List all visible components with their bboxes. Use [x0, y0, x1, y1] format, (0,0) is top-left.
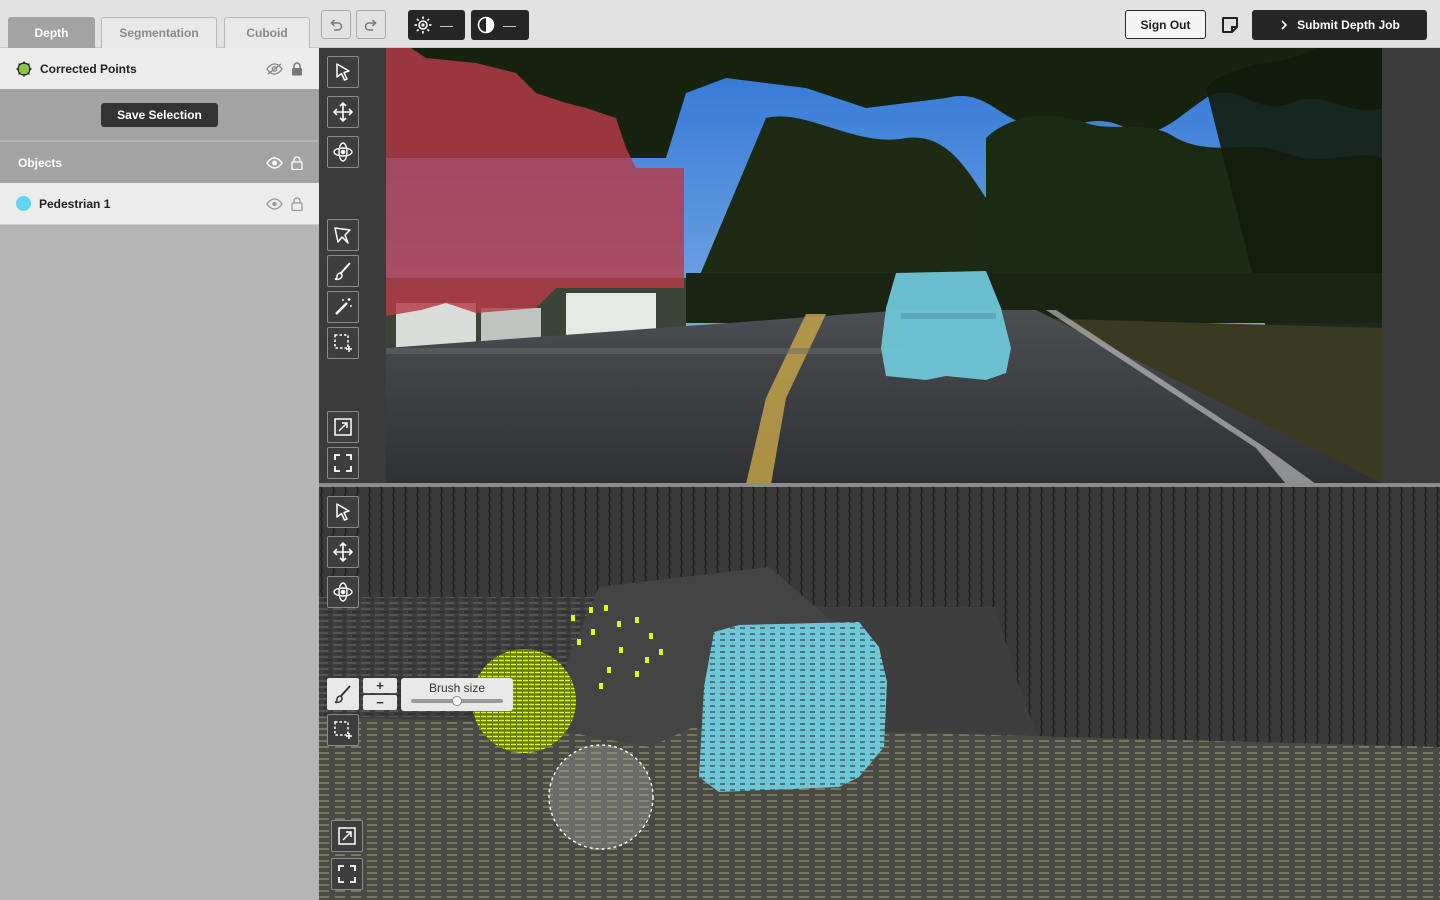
- brush-tool-3d[interactable]: [327, 678, 359, 710]
- pan-tool-3d[interactable]: [327, 536, 359, 568]
- sidebar: Corrected Points Save Selection Objects …: [0, 48, 319, 900]
- camera-image: [386, 48, 1383, 484]
- eye-icon[interactable]: [266, 197, 283, 210]
- layer-label: Corrected Points: [40, 61, 137, 76]
- magic-wand-icon: [335, 298, 352, 315]
- contrast-control[interactable]: —: [471, 10, 529, 40]
- unlock-icon[interactable]: [291, 196, 303, 211]
- move-arrows-icon: [333, 542, 353, 562]
- brush-cursor: [548, 744, 654, 850]
- fit-to-screen-icon: [338, 827, 356, 845]
- redo-button[interactable]: [356, 10, 386, 39]
- orbit-tool[interactable]: [327, 136, 359, 168]
- brush-size-panel: Brush size: [401, 678, 513, 711]
- select-tool[interactable]: [327, 56, 359, 88]
- lasso-tool[interactable]: [327, 219, 359, 251]
- lock-icon[interactable]: [291, 61, 303, 76]
- fit-view-button-3d[interactable]: [331, 820, 363, 852]
- undo-icon: [330, 18, 343, 31]
- sign-out-button[interactable]: Sign Out: [1125, 10, 1206, 39]
- tab-depth[interactable]: Depth: [8, 17, 95, 48]
- fit-to-screen-icon: [334, 418, 352, 436]
- brush-size-label: Brush size: [428, 681, 486, 695]
- brightness-value: —: [440, 17, 453, 33]
- gear-badge-icon: [16, 61, 32, 76]
- fullscreen-button[interactable]: [327, 447, 359, 479]
- unlock-icon[interactable]: [291, 155, 303, 170]
- object-row-pedestrian-1[interactable]: Pedestrian 1: [0, 183, 319, 224]
- brightness-icon: [414, 16, 432, 34]
- submit-label: Submit Depth Job: [1297, 18, 1400, 32]
- brush-size-slider-thumb[interactable]: [452, 696, 462, 706]
- fullscreen-icon: [334, 454, 352, 472]
- undo-button[interactable]: [321, 10, 351, 39]
- pan-tool[interactable]: [327, 96, 359, 128]
- fit-view-button[interactable]: [327, 411, 359, 443]
- box-select-tool-3d[interactable]: [327, 714, 359, 746]
- brush-tool[interactable]: [327, 255, 359, 287]
- vehicle-mask: [881, 271, 1011, 380]
- top-right-gutter: [1382, 48, 1440, 484]
- fullscreen-icon: [338, 865, 356, 883]
- tab-segmentation[interactable]: Segmentation: [101, 17, 217, 48]
- orbit-icon: [333, 142, 353, 162]
- fullscreen-button-3d[interactable]: [331, 858, 363, 890]
- redo-icon: [364, 18, 377, 31]
- save-selection-button[interactable]: Save Selection: [101, 103, 218, 127]
- chevron-right-icon: [1281, 20, 1288, 30]
- box-select-icon: [334, 721, 352, 739]
- brightness-control[interactable]: —: [408, 10, 465, 40]
- vehicle-point-cluster: [699, 622, 887, 792]
- paintbrush-icon: [334, 685, 351, 704]
- top-toolbar: Depth Segmentation Cuboid — — Sign Out S…: [0, 0, 1440, 48]
- magic-brush-tool[interactable]: [327, 291, 359, 323]
- eye-off-icon[interactable]: [266, 62, 283, 75]
- submit-depth-job-button[interactable]: Submit Depth Job: [1252, 10, 1427, 40]
- box-select-tool[interactable]: [327, 327, 359, 359]
- cursor-arrow-icon: [336, 63, 350, 81]
- notes-button[interactable]: [1218, 12, 1242, 38]
- divider: [0, 224, 319, 225]
- layer-corrected-points[interactable]: Corrected Points: [0, 48, 319, 89]
- objects-header: Objects: [0, 142, 319, 183]
- cursor-arrow-icon: [336, 503, 350, 521]
- orbit-icon: [333, 582, 353, 602]
- brush-size-slider[interactable]: [411, 696, 503, 706]
- lasso-icon: [334, 227, 351, 244]
- eye-icon[interactable]: [266, 156, 283, 169]
- object-color-dot: [16, 196, 31, 211]
- brush-size-decrease-button[interactable]: −: [363, 695, 397, 710]
- paintbrush-icon: [334, 262, 351, 281]
- camera-image-viewport[interactable]: [386, 48, 1383, 484]
- brush-size-increase-button[interactable]: +: [363, 678, 397, 693]
- box-select-icon: [334, 334, 352, 352]
- select-tool-3d[interactable]: [327, 496, 359, 528]
- sticky-note-icon: [1222, 17, 1238, 33]
- orbit-tool-3d[interactable]: [327, 576, 359, 608]
- objects-header-label: Objects: [18, 155, 63, 170]
- contrast-value: —: [503, 17, 516, 33]
- tab-cuboid[interactable]: Cuboid: [224, 17, 310, 48]
- object-label: Pedestrian 1: [39, 196, 111, 211]
- move-arrows-icon: [333, 102, 353, 122]
- contrast-icon: [477, 16, 495, 34]
